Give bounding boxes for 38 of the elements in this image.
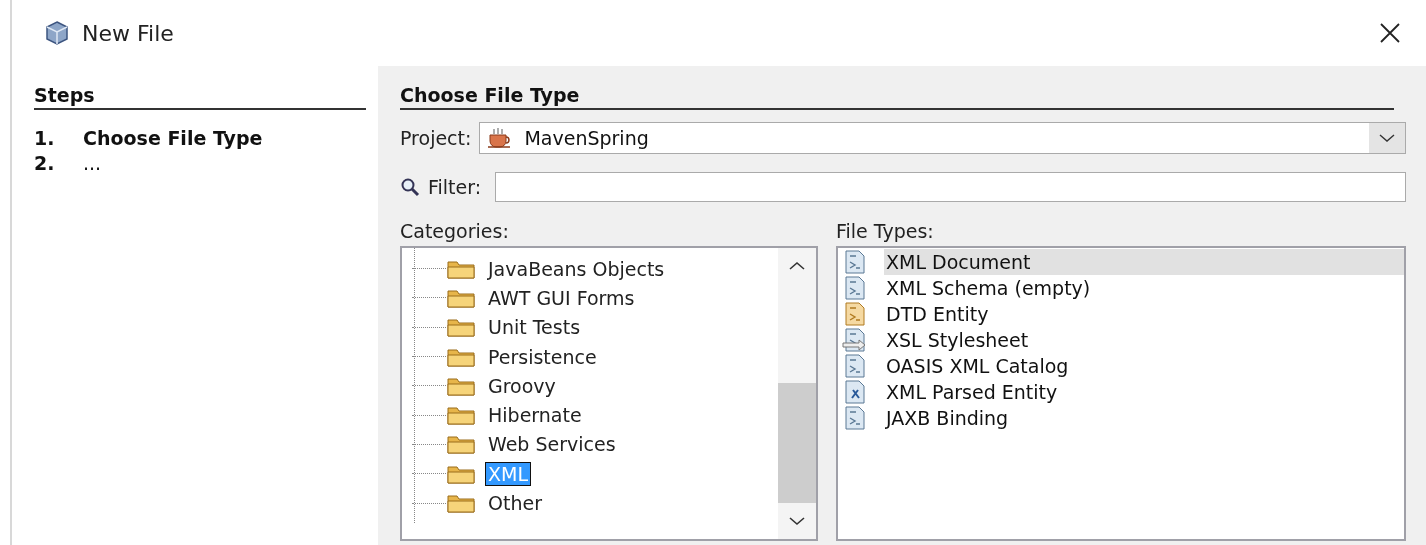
window-title: New File	[82, 20, 175, 46]
file-type-item[interactable]: DTD Entity	[884, 301, 1404, 327]
filter-field[interactable]	[495, 172, 1406, 202]
category-item[interactable]: AWT GUI Forms	[486, 286, 637, 309]
category-item[interactable]: Web Services	[486, 433, 618, 456]
chevron-down-icon	[1379, 133, 1395, 143]
categories-label: Categories:	[400, 220, 510, 242]
file-type-item[interactable]: XML Schema (empty)	[884, 275, 1404, 301]
category-item[interactable]: JavaBeans Objects	[486, 257, 667, 280]
folder-icon	[446, 492, 476, 514]
file-type-item[interactable]: XML Document	[884, 249, 1404, 275]
project-label: Project:	[400, 127, 472, 149]
file-types-label: File Types:	[836, 220, 935, 242]
chevron-down-icon	[789, 516, 805, 526]
file-type-item[interactable]: XML Parsed Entity	[884, 379, 1404, 405]
category-item[interactable]: Other	[486, 492, 544, 514]
panel-heading: Choose File Type	[400, 84, 1394, 110]
category-item[interactable]: Groovy	[486, 374, 558, 397]
filter-label: Filter:	[428, 176, 482, 198]
file-type-item[interactable]: OASIS XML Catalog	[884, 353, 1404, 379]
folder-icon	[446, 316, 476, 339]
step-label: Choose File Type	[83, 126, 263, 151]
steps-heading: Steps	[34, 84, 366, 110]
file-type-item[interactable]: JAXB Binding	[884, 405, 1404, 431]
step-number: 2.	[34, 151, 56, 176]
chevron-up-icon	[789, 261, 805, 271]
category-item[interactable]: Hibernate	[486, 404, 584, 427]
project-dropdown[interactable]: MavenSpring	[479, 122, 1406, 154]
category-item[interactable]: Persistence	[486, 345, 599, 368]
search-icon	[400, 177, 420, 197]
folder-icon	[446, 404, 476, 427]
step-number: 1.	[34, 126, 56, 151]
step-label: ...	[83, 151, 102, 176]
scrollbar[interactable]	[778, 248, 816, 539]
cube-icon	[44, 20, 70, 46]
file-type-item[interactable]: XSL Stylesheet	[884, 327, 1404, 353]
folder-icon	[446, 433, 476, 456]
category-item[interactable]: Unit Tests	[486, 316, 583, 339]
